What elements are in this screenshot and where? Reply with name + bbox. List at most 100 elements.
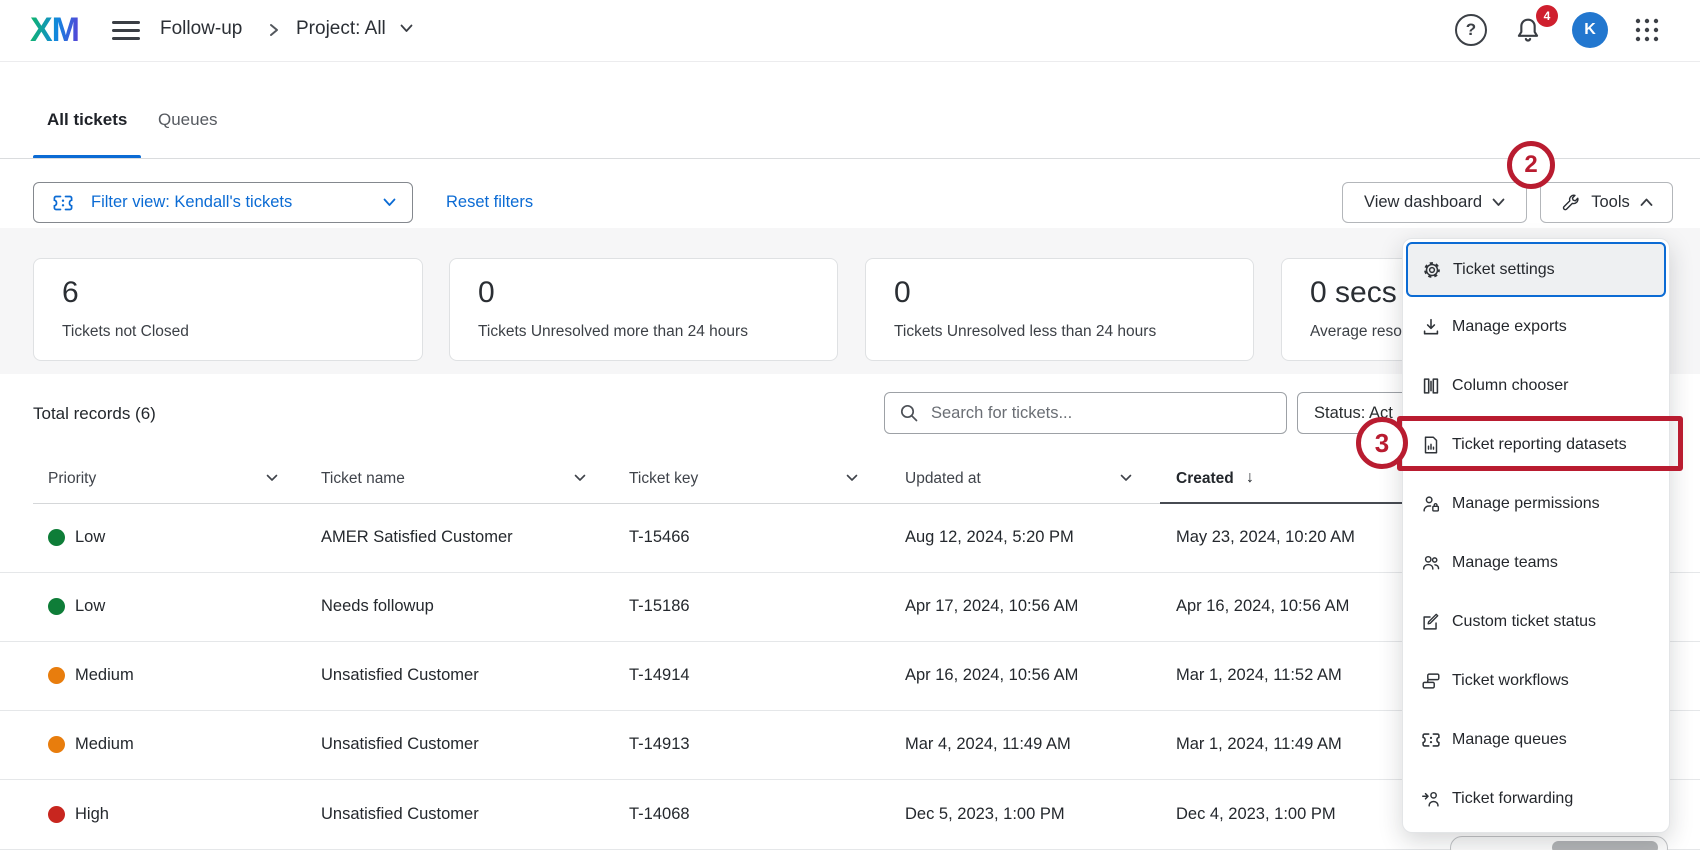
top-nav-bar: XM Follow-up Project: All ? 4 K <box>0 0 1700 62</box>
chevron-down-icon <box>400 24 413 33</box>
cell-priority: High <box>75 805 109 824</box>
chevron-up-icon <box>1640 198 1653 207</box>
search-input[interactable] <box>931 404 1261 423</box>
stat-card-unresolved-less-24h: 0 Tickets Unresolved less than 24 hours <box>865 258 1254 361</box>
app-grid-icon[interactable] <box>1632 15 1662 45</box>
menu-item-manage-teams[interactable]: Manage teams <box>1403 533 1669 592</box>
cell-ticket-key: T-14913 <box>629 735 690 754</box>
cell-updated-at: Mar 4, 2024, 11:49 AM <box>905 735 1071 754</box>
column-header-updated-at[interactable]: Updated at <box>905 470 981 488</box>
cell-created: Apr 16, 2024, 10:56 AM <box>1176 597 1349 616</box>
person-lock-icon <box>1419 493 1443 515</box>
filter-view-label: Filter view: Kendall's tickets <box>91 193 292 212</box>
notification-count-badge: 4 <box>1536 5 1558 27</box>
ticketing-page: XM Follow-up Project: All ? 4 K All tick… <box>0 0 1700 850</box>
chevron-down-icon[interactable] <box>266 474 278 482</box>
annotation-step-3: 3 <box>1356 417 1408 469</box>
priority-dot <box>48 529 65 546</box>
stat-card-unresolved-more-24h: 0 Tickets Unresolved more than 24 hours <box>449 258 838 361</box>
stat-value: 0 secs <box>1310 276 1397 310</box>
columns-icon <box>1419 375 1443 397</box>
tabs-divider <box>0 158 1700 159</box>
scrollbar-thumb[interactable] <box>1552 841 1658 850</box>
annotation-step-2: 2 <box>1507 141 1555 189</box>
filter-view-dropdown[interactable]: Filter view: Kendall's tickets <box>33 182 413 223</box>
cell-updated-at: Aug 12, 2024, 5:20 PM <box>905 528 1074 547</box>
project-selector[interactable]: Project: All <box>296 18 413 40</box>
ticket-icon <box>1419 729 1443 751</box>
horizontal-scrollbar[interactable] <box>1450 836 1668 850</box>
wrench-icon <box>1560 192 1581 213</box>
cell-ticket-name: Unsatisfied Customer <box>321 666 479 685</box>
menu-item-manage-queues[interactable]: Manage queues <box>1403 710 1669 769</box>
cell-priority: Low <box>75 528 105 547</box>
cell-ticket-key: T-15466 <box>629 528 690 547</box>
cell-ticket-name: Unsatisfied Customer <box>321 805 479 824</box>
breadcrumb-chevron-icon <box>268 22 280 38</box>
cell-ticket-key: T-15186 <box>629 597 690 616</box>
user-avatar[interactable]: K <box>1572 12 1608 48</box>
cell-updated-at: Apr 16, 2024, 10:56 AM <box>905 666 1078 685</box>
download-icon <box>1419 316 1443 338</box>
hamburger-menu-icon[interactable] <box>112 21 140 41</box>
people-icon <box>1419 552 1443 574</box>
stat-label: Tickets Unresolved less than 24 hours <box>894 323 1156 341</box>
chevron-down-icon <box>1492 198 1505 207</box>
chevron-down-icon[interactable] <box>846 474 858 482</box>
cell-ticket-key: T-14914 <box>629 666 690 685</box>
cell-ticket-key: T-14068 <box>629 805 690 824</box>
menu-item-custom-ticket-status[interactable]: Custom ticket status <box>1403 592 1669 651</box>
search-icon <box>899 403 919 423</box>
cell-priority: Medium <box>75 666 134 685</box>
ticket-search <box>884 392 1287 434</box>
menu-item-ticket-forwarding[interactable]: Ticket forwarding <box>1403 769 1669 828</box>
chevron-down-icon[interactable] <box>1120 474 1132 482</box>
menu-item-ticket-settings[interactable]: Ticket settings <box>1406 242 1666 297</box>
report-document-icon <box>1419 434 1443 456</box>
cell-priority: Medium <box>75 735 134 754</box>
stat-value: 6 <box>62 276 79 310</box>
help-icon[interactable]: ? <box>1455 14 1487 46</box>
xm-logo: XM <box>30 11 79 50</box>
stat-value: 0 <box>478 276 495 310</box>
cell-priority: Low <box>75 597 105 616</box>
cell-created: May 23, 2024, 10:20 AM <box>1176 528 1355 547</box>
tab-queues[interactable]: Queues <box>158 110 218 130</box>
cell-ticket-name: AMER Satisfied Customer <box>321 528 513 547</box>
edit-icon <box>1419 611 1443 633</box>
tools-dropdown-menu: Ticket settings Manage exports Column ch… <box>1402 238 1670 833</box>
cell-created: Mar 1, 2024, 11:49 AM <box>1176 735 1342 754</box>
stat-label: Tickets not Closed <box>62 323 189 341</box>
reset-filters-link[interactable]: Reset filters <box>446 193 533 212</box>
cell-updated-at: Apr 17, 2024, 10:56 AM <box>905 597 1078 616</box>
menu-item-column-chooser[interactable]: Column chooser <box>1403 356 1669 415</box>
cell-created: Dec 4, 2023, 1:00 PM <box>1176 805 1336 824</box>
priority-dot <box>48 598 65 615</box>
menu-item-manage-permissions[interactable]: Manage permissions <box>1403 474 1669 533</box>
menu-item-manage-exports[interactable]: Manage exports <box>1403 297 1669 356</box>
chevron-down-icon[interactable] <box>574 474 586 482</box>
forward-person-icon <box>1419 788 1443 810</box>
column-header-ticket-name[interactable]: Ticket name <box>321 470 405 488</box>
priority-dot <box>48 736 65 753</box>
menu-item-ticket-workflows[interactable]: Ticket workflows <box>1403 651 1669 710</box>
sort-descending-icon[interactable]: ↓ <box>1246 469 1254 487</box>
tabs-bar: All tickets Queues <box>0 62 1700 160</box>
stat-label: Average reso <box>1310 323 1402 341</box>
ticket-icon <box>51 191 75 215</box>
tab-all-tickets[interactable]: All tickets <box>47 110 127 130</box>
breadcrumb-section[interactable]: Follow-up <box>160 18 242 40</box>
view-dashboard-button[interactable]: View dashboard <box>1342 182 1527 223</box>
chevron-down-icon <box>383 198 396 207</box>
column-header-created[interactable]: Created <box>1176 470 1234 488</box>
total-records-label: Total records (6) <box>33 404 156 424</box>
gear-icon <box>1420 259 1444 281</box>
cell-ticket-name: Unsatisfied Customer <box>321 735 479 754</box>
tools-button[interactable]: Tools <box>1540 182 1673 223</box>
menu-item-ticket-reporting-datasets[interactable]: Ticket reporting datasets <box>1403 415 1669 474</box>
column-header-priority[interactable]: Priority <box>48 470 96 488</box>
column-header-ticket-key[interactable]: Ticket key <box>629 470 698 488</box>
priority-dot <box>48 667 65 684</box>
stat-value: 0 <box>894 276 911 310</box>
cell-created: Mar 1, 2024, 11:52 AM <box>1176 666 1342 685</box>
